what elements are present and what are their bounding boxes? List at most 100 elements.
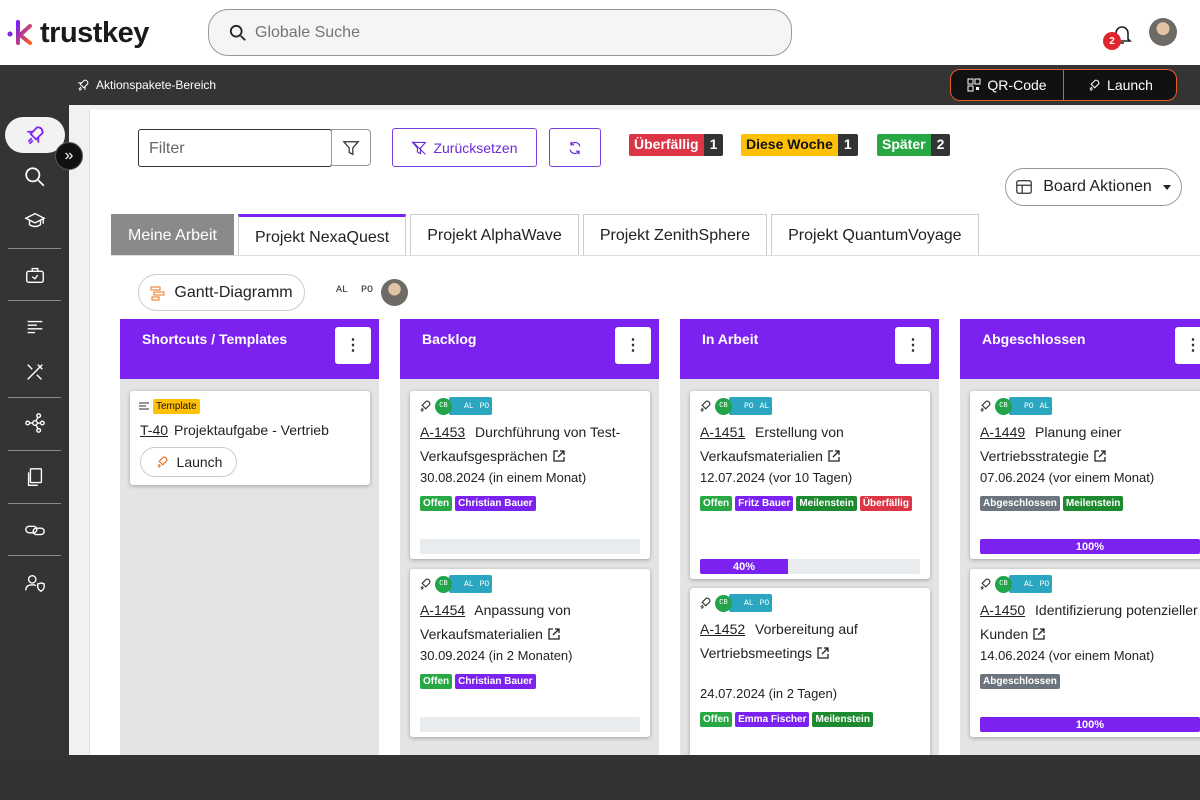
board-layout-icon — [1016, 180, 1033, 194]
tab-meine-arbeit[interactable]: Meine Arbeit — [111, 214, 234, 256]
gantt-button[interactable]: Gantt-Diagramm — [138, 274, 305, 311]
sidebar-divider — [8, 248, 61, 249]
rocket-icon — [980, 578, 991, 590]
sidebar-item-learning[interactable] — [0, 201, 69, 241]
rocket-icon — [980, 400, 991, 412]
rocket-icon — [156, 456, 167, 468]
trustkey-logo[interactable]: trustkey — [6, 16, 149, 50]
status-overdue-filter[interactable]: Überfällig 1 — [629, 134, 724, 156]
card-title: A-1450 Identifizierung potenzieller Kund… — [980, 598, 1200, 646]
initial: PO — [479, 401, 490, 411]
task-card[interactable]: CB PO AL A-1451 Erstellung von Verkaufsmate… — [690, 391, 930, 579]
sidebar-expand-button[interactable]: » — [55, 142, 83, 170]
status-tag: Offen — [700, 496, 733, 511]
qr-code-button[interactable]: QR-Code — [951, 70, 1064, 100]
user-avatar[interactable] — [1149, 18, 1177, 46]
filter-button[interactable] — [331, 129, 371, 166]
initial: PO — [479, 579, 490, 589]
card-header: CB AL PO — [978, 575, 1053, 593]
external-link-icon[interactable] — [816, 646, 830, 660]
initial: PO — [759, 598, 770, 608]
reset-label: Zurücksetzen — [433, 139, 518, 156]
template-launch-button[interactable]: Launch — [140, 447, 237, 477]
sidebar-item-documents[interactable] — [0, 457, 69, 497]
initial: AL — [744, 598, 754, 608]
refresh-icon — [569, 141, 581, 154]
column-title: In Arbeit — [702, 331, 759, 347]
sidebar-item-network[interactable] — [0, 403, 69, 443]
template-id-link[interactable]: T-40 — [140, 422, 168, 438]
assignee-chip: CB — [435, 397, 452, 415]
rocket-icon — [420, 400, 431, 412]
initial: PO — [1024, 401, 1034, 411]
qr-code-label: QR-Code — [987, 77, 1047, 93]
sidebar-divider — [8, 397, 61, 398]
task-card[interactable]: CB AL PO A-1454 Anpassung von Verkaufsmater… — [410, 569, 650, 737]
column-menu-button[interactable]: ⋮ — [615, 327, 651, 364]
task-card[interactable]: CB AL PO A-1453 Durchführung von Test-Verka… — [410, 391, 650, 559]
sidebar-divider — [8, 450, 61, 451]
refresh-button[interactable] — [549, 128, 601, 167]
main-content: Filter Zurücksetzen Überfällig 1 Diese W… — [69, 105, 1200, 755]
tab-alphawave[interactable]: Projekt AlphaWave — [410, 214, 579, 256]
task-id-link[interactable]: A-1454 — [420, 602, 465, 618]
launch-button[interactable]: Launch — [1064, 70, 1176, 100]
tab-quantumvoyage[interactable]: Projekt QuantumVoyage — [771, 214, 979, 256]
progress-fill: 100% — [980, 539, 1200, 554]
search-input[interactable] — [255, 23, 735, 42]
sidebar-item-users[interactable] — [0, 563, 69, 603]
member-initials-al[interactable]: AL — [336, 285, 348, 296]
template-card[interactable]: Template T-40 Projektaufgabe - Vertrieb L… — [130, 391, 370, 485]
task-id-link[interactable]: A-1449 — [980, 424, 1025, 440]
task-card[interactable]: CB AL PO A-1450 Identifizierung potenzielle… — [970, 569, 1200, 737]
status-tag: Christian Bauer — [455, 674, 536, 689]
sidebar-item-list[interactable] — [0, 307, 69, 347]
reset-filter-button[interactable]: Zurücksetzen — [392, 128, 537, 167]
toolbox-icon — [25, 267, 44, 284]
task-card[interactable]: CB PO AL A-1449 Planung einer Vertriebsstra… — [970, 391, 1200, 559]
task-id-link[interactable]: A-1450 — [980, 602, 1025, 618]
external-link-icon[interactable] — [1093, 449, 1107, 463]
sidebar-divider — [8, 503, 61, 504]
rocket-icon — [78, 79, 89, 91]
filter-input[interactable]: Filter — [138, 129, 332, 167]
card-title: A-1451 Erstellung von Verkaufsmaterialie… — [700, 420, 925, 468]
task-id-link[interactable]: A-1453 — [420, 424, 465, 440]
board-actions-label: Board Aktionen — [1043, 178, 1152, 195]
initial: PO — [744, 401, 754, 411]
breadcrumb: Aktionspakete-Bereich — [76, 78, 216, 92]
column-menu-button[interactable]: ⋮ — [335, 327, 371, 364]
task-id-link[interactable]: A-1451 — [700, 424, 745, 440]
external-link-icon[interactable] — [547, 627, 561, 641]
global-search[interactable] — [208, 9, 792, 56]
brand-name: trustkey — [40, 16, 149, 49]
initial: AL — [1039, 401, 1050, 411]
sidebar-item-tools[interactable] — [0, 352, 69, 392]
task-id-link[interactable]: A-1452 — [700, 621, 745, 637]
tag-list: Offen Emma Fischer Meilenstein — [700, 712, 873, 727]
status-later-filter[interactable]: Später 2 — [877, 134, 951, 156]
external-link-icon[interactable] — [827, 449, 841, 463]
external-link-icon[interactable] — [552, 449, 566, 463]
task-card[interactable]: CB AL PO A-1452 Vorbereitung auf Vertriebsm… — [690, 588, 930, 755]
column-menu-button[interactable]: ⋮ — [1175, 327, 1200, 364]
tab-zenithsphere[interactable]: Projekt ZenithSphere — [582, 214, 768, 256]
progress-bar — [420, 717, 640, 732]
due-date: 14.06.2024 (vor einem Monat) — [980, 648, 1155, 663]
member-initials-po[interactable]: PO — [361, 285, 373, 296]
sidebar-item-links[interactable] — [0, 510, 69, 550]
status-later-label: Später — [877, 134, 931, 156]
member-avatar[interactable] — [381, 279, 408, 306]
card-title: A-1454 Anpassung von Verkaufsmaterialien — [420, 598, 645, 646]
external-link-icon[interactable] — [1032, 627, 1046, 641]
status-tag: Offen — [700, 712, 733, 727]
sidebar-divider — [8, 300, 61, 301]
card-title: A-1453 Durchführung von Test-Verkaufsges… — [420, 420, 645, 468]
tab-nexaquest[interactable]: Projekt NexaQuest — [237, 214, 407, 256]
board-actions-button[interactable]: Board Aktionen — [1005, 168, 1182, 206]
assignee-chip: CB — [995, 397, 1012, 415]
tag-list: Abgeschlossen — [980, 674, 1060, 689]
status-this-week-filter[interactable]: Diese Woche 1 — [741, 134, 858, 156]
column-menu-button[interactable]: ⋮ — [895, 327, 931, 364]
sidebar-item-toolbox[interactable] — [0, 255, 69, 295]
